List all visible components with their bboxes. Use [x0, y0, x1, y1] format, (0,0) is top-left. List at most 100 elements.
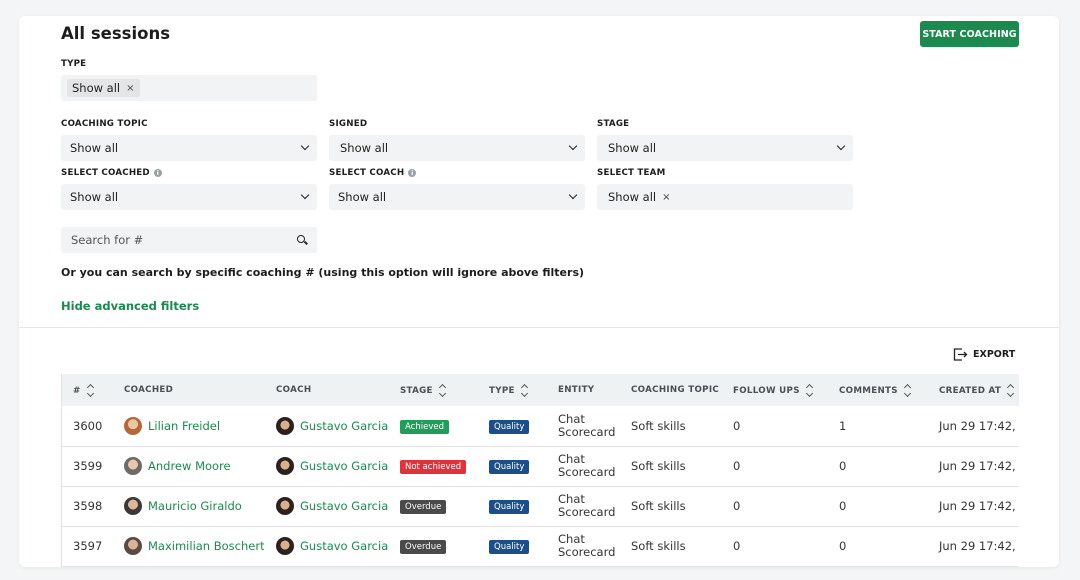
avatar [124, 497, 142, 515]
avatar [124, 537, 142, 555]
divider [19, 327, 1059, 328]
column-header-coaching-topic: COACHING TOPIC [631, 385, 720, 395]
table-row[interactable]: 3600 Lilian Freidel Gustavo Garcia Achie… [61, 406, 1019, 446]
select-team-label: SELECT TEAM [597, 168, 666, 178]
type-tag: Show all × [67, 79, 140, 97]
avatar [276, 537, 294, 555]
table-header: # COACHED COACH STAGE TYPE ENTITY COACHI… [61, 374, 1019, 406]
select-coached-select[interactable]: Show all [61, 184, 317, 210]
cell-topic: Soft skills [631, 499, 686, 513]
cell-entity: Chat Scorecard [558, 492, 616, 519]
page-title: All sessions [61, 24, 171, 43]
cell-created-at: Jun 29 17:42, 2023 [939, 459, 1019, 473]
remove-tag-icon[interactable]: × [126, 83, 134, 94]
type-badge: Quality [489, 460, 530, 474]
remove-tag-icon[interactable]: × [662, 192, 670, 203]
select-coach-label: SELECT COACH i [329, 168, 417, 178]
cell-follow-ups: 0 [733, 499, 741, 513]
export-button[interactable]: EXPORT [953, 348, 1015, 361]
stage-badge: Overdue [400, 500, 447, 514]
coached-link[interactable]: Andrew Moore [124, 457, 264, 475]
column-header-created-at[interactable]: CREATED AT [927, 374, 1019, 406]
stage-badge: Overdue [400, 540, 447, 554]
avatar [276, 457, 294, 475]
avatar [276, 416, 294, 435]
info-icon: i [408, 169, 417, 177]
team-tag: Show all × [608, 190, 671, 204]
avatar [124, 457, 142, 475]
cell-id: 3600 [73, 418, 103, 433]
chevron-down-icon [836, 141, 846, 151]
cell-created-at: Jun 29 17:42, 2023 [939, 539, 1019, 553]
cell-comments: 0 [839, 459, 847, 473]
column-header-type[interactable]: TYPE [477, 374, 546, 406]
cell-created-at: Jun 29 17:42, 2023 [939, 418, 1019, 433]
search-note: Or you can search by specific coaching #… [61, 266, 585, 279]
select-coached-label: SELECT COACHED i [61, 168, 162, 178]
sort-icon[interactable] [439, 384, 446, 397]
coaching-topic-select[interactable]: Show all [61, 135, 317, 161]
stage-badge: Achieved [400, 419, 449, 434]
table-row[interactable]: 3599 Andrew Moore Gustavo Garcia Not ach… [61, 446, 1019, 486]
select-coach-select[interactable]: Show all [329, 184, 585, 210]
search-input[interactable]: Search for # [61, 227, 317, 253]
coach-link[interactable]: Gustavo Garcia [276, 457, 388, 475]
cell-id: 3597 [73, 539, 103, 553]
type-badge: Quality [489, 500, 530, 514]
chevron-down-icon [568, 190, 578, 200]
cell-follow-ups: 0 [733, 418, 741, 433]
type-badge: Quality [489, 419, 530, 434]
cell-comments: 0 [839, 539, 847, 553]
cell-id: 3598 [73, 499, 103, 513]
cell-id: 3599 [73, 459, 103, 473]
column-header-entity: ENTITY [558, 385, 595, 395]
cell-comments: 0 [839, 499, 847, 513]
cell-topic: Soft skills [631, 459, 686, 473]
sort-icon[interactable] [1007, 384, 1014, 397]
coach-link[interactable]: Gustavo Garcia [276, 416, 388, 435]
coaching-topic-label: COACHING TOPIC [61, 119, 148, 129]
sessions-table-container: # COACHED COACH STAGE TYPE ENTITY COACHI… [61, 374, 1019, 567]
sort-icon[interactable] [521, 384, 528, 397]
coached-link[interactable]: Mauricio Giraldo [124, 497, 264, 515]
hide-advanced-filters-link[interactable]: Hide advanced filters [61, 299, 199, 313]
search-icon[interactable] [297, 235, 307, 245]
type-multiselect[interactable]: Show all × [61, 75, 317, 101]
column-header-coach: COACH [276, 385, 312, 395]
export-icon [953, 348, 968, 361]
sort-icon[interactable] [806, 384, 813, 397]
sessions-card: All sessions START COACHING TYPE Show al… [19, 16, 1059, 567]
column-header-follow-ups[interactable]: FOLLOW UPS [721, 374, 827, 406]
avatar [276, 497, 294, 515]
cell-entity: Chat Scorecard [558, 452, 616, 479]
coach-link[interactable]: Gustavo Garcia [276, 497, 388, 515]
sessions-table: # COACHED COACH STAGE TYPE ENTITY COACHI… [61, 374, 1019, 567]
signed-select[interactable]: Show all [329, 135, 585, 161]
avatar [124, 416, 142, 435]
column-header-stage[interactable]: STAGE [388, 374, 477, 406]
coached-link[interactable]: Maximilian Boschert [124, 537, 264, 555]
column-header-comments[interactable]: COMMENTS [827, 374, 927, 406]
start-coaching-button[interactable]: START COACHING [920, 21, 1019, 47]
cell-entity: Chat Scorecard [558, 532, 616, 559]
cell-follow-ups: 0 [733, 459, 741, 473]
table-row[interactable]: 3597 Maximilian Boschert Gustavo Garcia … [61, 526, 1019, 566]
info-icon: i [153, 169, 162, 177]
column-header-id[interactable]: # [61, 374, 112, 406]
select-team-multiselect[interactable]: Show all × [597, 184, 853, 210]
cell-follow-ups: 0 [733, 539, 741, 553]
stage-select[interactable]: Show all [597, 135, 853, 161]
stage-label: STAGE [597, 119, 630, 129]
coached-link[interactable]: Lilian Freidel [124, 416, 264, 435]
signed-label: SIGNED [329, 119, 368, 129]
sort-icon[interactable] [904, 384, 911, 397]
cell-topic: Soft skills [631, 418, 686, 433]
table-left-border [61, 374, 62, 567]
coach-link[interactable]: Gustavo Garcia [276, 537, 388, 555]
type-label: TYPE [61, 59, 87, 69]
stage-badge: Not achieved [400, 460, 467, 474]
table-row[interactable]: 3598 Mauricio Giraldo Gustavo Garcia Ove… [61, 486, 1019, 526]
cell-entity: Chat Scorecard [558, 411, 616, 439]
type-badge: Quality [489, 540, 530, 554]
sort-icon[interactable] [87, 384, 94, 397]
